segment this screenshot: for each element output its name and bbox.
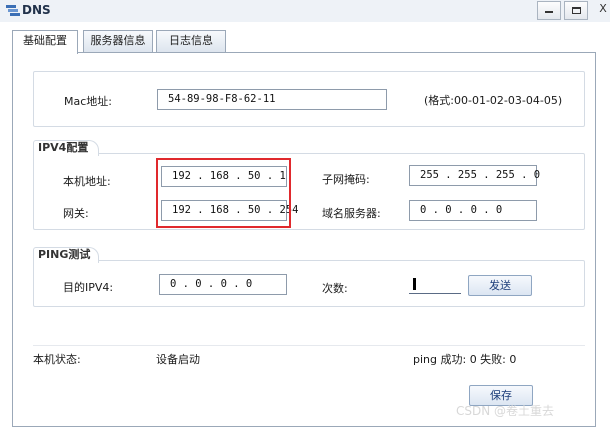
ping-count-label: 次数: [322, 282, 348, 295]
dns-app-icon [6, 5, 20, 16]
device-status-value: 设备启动 [156, 353, 200, 366]
title-bar: DNS X [0, 0, 610, 22]
minimize-button[interactable] [537, 1, 561, 20]
ping-group-title: PING测试 [33, 247, 99, 263]
close-icon: X [599, 2, 607, 15]
maximize-icon [571, 7, 581, 14]
watermark: CSDN @卷土重去 [456, 404, 555, 418]
ping-target-label: 目的IPV4: [63, 281, 114, 294]
mac-address-field[interactable]: 54-89-98-F8-62-11 [157, 89, 387, 110]
tab-server-info[interactable]: 服务器信息 [83, 30, 153, 52]
window-title: DNS [22, 3, 51, 17]
text-cursor [413, 278, 416, 290]
dns-server-label: 域名服务器: [322, 207, 381, 220]
ping-count-underline [409, 293, 461, 294]
highlight-box [156, 158, 291, 228]
ping-result-text: ping 成功: 0 失败: 0 [413, 353, 517, 366]
subnet-mask-label: 子网掩码: [322, 173, 370, 186]
mac-format-hint: (格式:00-01-02-03-04-05) [424, 94, 563, 107]
tab-log-info[interactable]: 日志信息 [156, 30, 226, 52]
maximize-button[interactable] [564, 1, 588, 20]
close-button[interactable]: X [593, 1, 610, 20]
device-status-label: 本机状态: [33, 353, 81, 366]
mac-label: Mac地址: [64, 95, 112, 108]
send-button[interactable]: 发送 [468, 275, 532, 296]
ping-target-field[interactable]: 0 . 0 . 0 . 0 [159, 274, 287, 295]
subnet-mask-field[interactable]: 255 . 255 . 255 . 0 [409, 165, 540, 186]
local-ip-label: 本机地址: [63, 175, 111, 188]
ipv4-group-title: IPV4配置 [33, 140, 99, 156]
status-divider [33, 345, 585, 346]
tab-basic-config[interactable]: 基础配置 [12, 30, 78, 54]
minimize-icon [545, 11, 553, 13]
dns-server-field[interactable]: 0 . 0 . 0 . 0 [409, 200, 537, 221]
gateway-label: 网关: [63, 207, 89, 220]
ping-count-field[interactable] [409, 273, 461, 294]
